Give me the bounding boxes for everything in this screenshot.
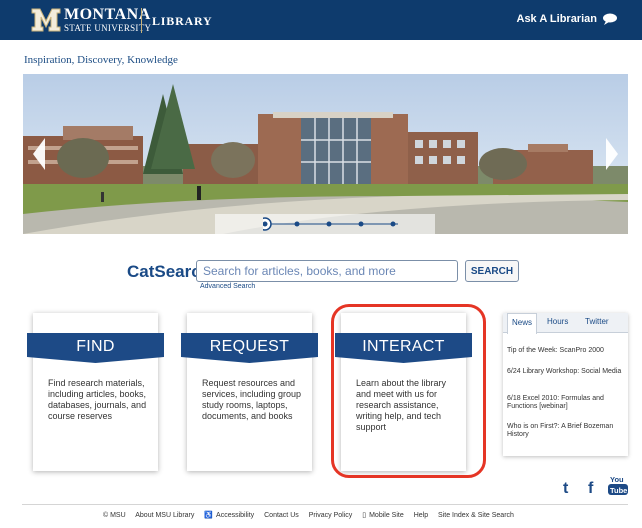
university-name[interactable]: MONTANA [64,7,151,23]
carousel-dot[interactable] [358,221,364,227]
carousel-next-arrow[interactable] [602,136,620,172]
youtube-you: You [610,475,624,484]
news-item[interactable]: Tip of the Week: ScanPro 2000 [507,347,625,355]
facebook-glyph: f [588,480,594,496]
header-divider [141,8,142,33]
advanced-search-link[interactable]: Advanced Search [200,283,255,290]
footer-link-accessibility[interactable]: ♿ Accessibility [204,512,254,519]
card-title: REQUEST [209,338,290,355]
tagline: Inspiration, Discovery, Knowledge [24,54,178,66]
youtube-tube: Tube [610,486,627,495]
news-item[interactable]: 6/24 Library Workshop: Social Media [507,368,625,376]
ask-label: Ask A Librarian [516,13,598,25]
footer-link-about[interactable]: About MSU Library [135,512,194,519]
search-button[interactable]: SEARCH [465,260,519,282]
accessibility-icon: ♿ [204,512,214,519]
image-carousel[interactable] [23,74,628,234]
tab-news[interactable]: News [507,313,538,334]
card-find[interactable]: FIND Find research materials, including … [27,313,164,471]
mobile-icon: ▯ [362,512,367,519]
carousel-dot[interactable] [326,221,332,227]
card-request[interactable]: REQUEST Request resources and services, … [181,313,318,471]
tumblr-glyph: t [563,480,569,496]
footer-divider [22,504,628,505]
accessibility-label: Accessibility [216,512,255,519]
site-header: MONTANA STATE UNIVERSITY LIBRARY Ask A L… [0,0,642,40]
footer-link-mobile[interactable]: ▯ Mobile Site [362,512,404,519]
footer-link-help[interactable]: Help [414,512,428,519]
catsearch-input[interactable] [196,260,458,282]
tumblr-icon[interactable]: t [562,478,574,497]
news-item[interactable]: 6/18 Excel 2010: Formulas and Functions … [507,395,625,411]
site-footer: © MSU About MSU Library ♿ Accessibility C… [103,511,522,519]
carousel-dot[interactable] [390,221,396,227]
facebook-icon[interactable]: f [586,478,598,497]
news-hours-twitter-panel: News Hours Twitter Tip of the Week: Scan… [503,313,628,456]
news-item[interactable]: Who is on First?: A Brief Bozeman Histor… [507,423,625,439]
chat-bubble-icon [603,13,617,25]
carousel-prev-arrow[interactable] [31,136,49,172]
footer-link-privacy[interactable]: Privacy Policy [309,512,353,519]
copyright: © MSU [103,512,126,519]
mobile-label: Mobile Site [369,512,404,519]
ask-a-librarian-link[interactable]: Ask A Librarian [517,13,619,25]
university-subtitle[interactable]: STATE UNIVERSITY [64,23,151,33]
library-building-photo [23,74,628,234]
youtube-icon[interactable]: You Tube [608,474,628,496]
tab-twitter[interactable]: Twitter [585,317,609,326]
card-title: FIND [76,338,115,355]
card-description: Find research materials, including artic… [48,378,147,421]
footer-link-site-index[interactable]: Site Index & Site Search [438,512,514,519]
interact-highlight-outline [331,304,486,478]
library-link[interactable]: LIBRARY [152,14,213,29]
carousel-dot[interactable] [294,221,300,227]
msu-logo-icon[interactable] [30,5,62,35]
carousel-dots [263,217,398,231]
footer-link-contact[interactable]: Contact Us [264,512,299,519]
tab-hours[interactable]: Hours [547,317,568,326]
tab-bar: News Hours Twitter [503,313,628,334]
card-description: Request resources and services, includin… [202,378,302,421]
